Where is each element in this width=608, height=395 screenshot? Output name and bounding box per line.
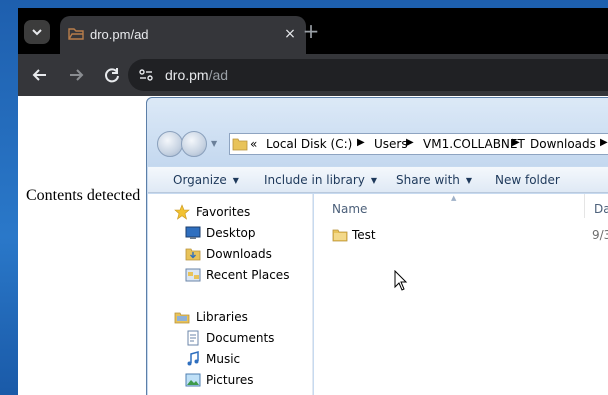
share-with-button[interactable]: Share with ▼ [396,173,472,187]
recent-pages-dropdown-icon[interactable]: ▼ [211,139,217,148]
dropdown-arrow-icon: ▼ [465,176,473,185]
breadcrumb-separator-icon[interactable]: ▶ [600,137,608,148]
back-arrow-icon[interactable] [29,64,51,86]
documents-icon [187,330,199,346]
nav-downloads[interactable]: Downloads [206,247,272,261]
new-tab-button[interactable]: + [302,21,320,41]
explorer-address-bar[interactable]: « Local Disk (C:) ▶ Users ▶ VM1.COLLABNE… [229,133,608,155]
back-button[interactable] [157,131,183,157]
nav-desktop[interactable]: Desktop [206,226,256,240]
navigation-pane: Favorites Desktop Downloads Recent Place… [148,194,313,395]
downloads-folder-icon [185,248,201,261]
breadcrumb-separator-icon[interactable]: ▶ [357,137,365,148]
explorer-nav-buttons: ▼ [157,131,217,157]
command-bar: Organize ▼ Include in library ▼ Share with… [148,167,608,193]
share-with-label: Share with [396,173,460,187]
explorer-window: ▼ « Local Disk (C:) ▶ Users ▶ VM1.COLLAB… [146,97,608,395]
organize-label: Organize [173,173,227,187]
nav-recent-places[interactable]: Recent Places [206,268,289,282]
address-bar[interactable]: dro.pm/ad [128,59,608,91]
column-divider[interactable] [584,194,585,218]
forward-arrow-icon[interactable] [65,64,87,86]
star-icon [174,204,190,220]
explorer-header: ▼ « Local Disk (C:) ▶ Users ▶ VM1.COLLAB… [147,98,608,166]
tab-close-icon[interactable]: × [282,26,298,42]
site-info-icon[interactable] [138,67,154,83]
browser-tab[interactable]: dro.pm/ad × [60,16,306,54]
reload-icon[interactable] [101,64,123,86]
column-header-date[interactable]: Dat [594,202,608,216]
file-list: ▲ Name Dat Test 9/3 [314,194,608,395]
recent-places-icon [185,268,201,282]
nav-music[interactable]: Music [206,352,240,366]
new-folder-button[interactable]: New folder [495,173,560,187]
tab-strip: dro.pm/ad × + [18,8,608,54]
chevron-down-icon [32,29,42,36]
forward-button[interactable] [181,131,207,157]
page-message: Contents detected [26,187,141,204]
desktop-icon [185,226,201,239]
breadcrumb-users[interactable]: Users [374,137,408,151]
nav-favorites[interactable]: Favorites [196,205,250,219]
include-in-library-label: Include in library [264,173,365,187]
dropdown-arrow-icon: ▼ [370,176,378,185]
pictures-icon [185,373,201,387]
browser-toolbar: dro.pm/ad [18,54,608,96]
nav-pictures[interactable]: Pictures [206,373,254,387]
breadcrumb-user-folder[interactable]: VM1.COLLABNET [423,137,525,151]
mouse-pointer-icon [394,270,408,291]
dropdown-arrow-icon: ▼ [232,176,239,185]
url-host: dro.pm [165,67,209,83]
folder-icon [332,229,348,242]
url-text: dro.pm/ad [165,67,228,83]
folder-icon [232,138,248,151]
url-path: /ad [208,67,229,83]
sort-indicator-icon: ▲ [451,194,457,202]
breadcrumb-local-disk[interactable]: Local Disk (C:) [266,137,352,151]
breadcrumb-separator-icon[interactable]: ▶ [512,137,520,148]
music-note-icon [187,351,199,366]
file-row[interactable]: Test 9/3 [332,226,608,246]
libraries-icon [174,312,190,324]
column-header-name[interactable]: Name [332,202,367,216]
file-name: Test [352,228,376,242]
breadcrumb-overflow[interactable]: « [250,137,257,151]
tab-search-button[interactable] [24,20,50,44]
breadcrumb-separator-icon[interactable]: ▶ [406,137,414,148]
nav-libraries[interactable]: Libraries [196,310,248,324]
organize-button[interactable]: Organize ▼ [173,173,239,187]
breadcrumb-downloads[interactable]: Downloads [530,137,596,151]
file-date: 9/3 [592,228,608,242]
nav-documents[interactable]: Documents [206,331,274,345]
include-in-library-button[interactable]: Include in library ▼ [264,173,377,187]
tab-title: dro.pm/ad [90,27,149,42]
site-favicon-icon [68,28,84,40]
